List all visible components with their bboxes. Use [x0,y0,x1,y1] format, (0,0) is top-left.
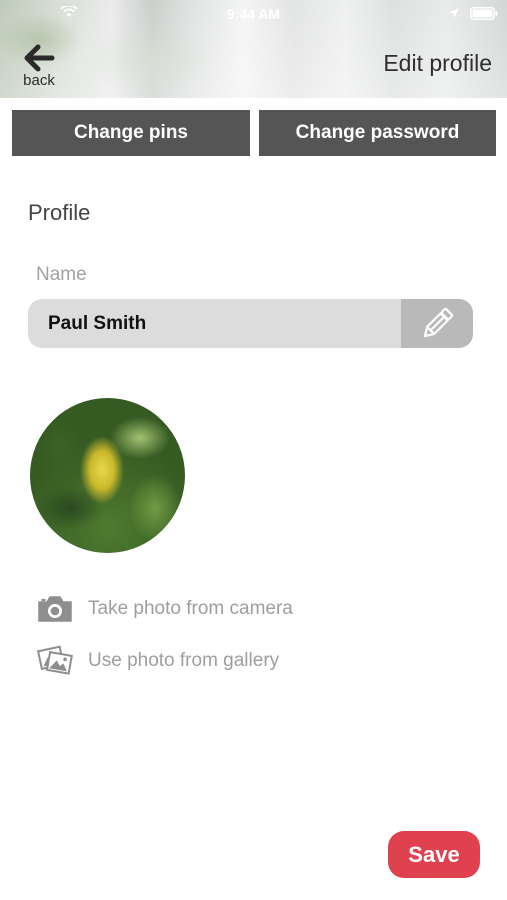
battery-icon [470,7,498,20]
camera-icon [38,596,72,622]
name-value[interactable]: Paul Smith [48,299,146,348]
name-label: Name [36,264,87,285]
change-password-button[interactable]: Change password [259,110,496,156]
save-button[interactable]: Save [388,831,480,878]
avatar[interactable] [30,398,185,553]
status-time: 9:44 AM [226,6,281,22]
back-arrow-icon [24,44,55,72]
take-photo-camera-option[interactable]: Take photo from camera [36,592,293,626]
edit-name-button[interactable] [401,299,473,348]
change-pins-button[interactable]: Change pins [12,110,250,156]
gallery-icon [36,645,73,675]
use-photo-gallery-label: Use photo from gallery [88,650,280,671]
use-photo-gallery-option[interactable]: Use photo from gallery [36,644,279,678]
status-bar: 9:44 AM [0,0,507,28]
take-photo-camera-label: Take photo from camera [88,598,293,619]
back-label: back [23,72,55,89]
page-title: Edit profile [383,50,492,76]
pencil-icon [423,307,454,337]
back-button[interactable]: back [14,44,64,94]
name-field[interactable]: Paul Smith [28,299,473,348]
location-icon [449,8,459,18]
profile-section-title: Profile [28,200,91,225]
